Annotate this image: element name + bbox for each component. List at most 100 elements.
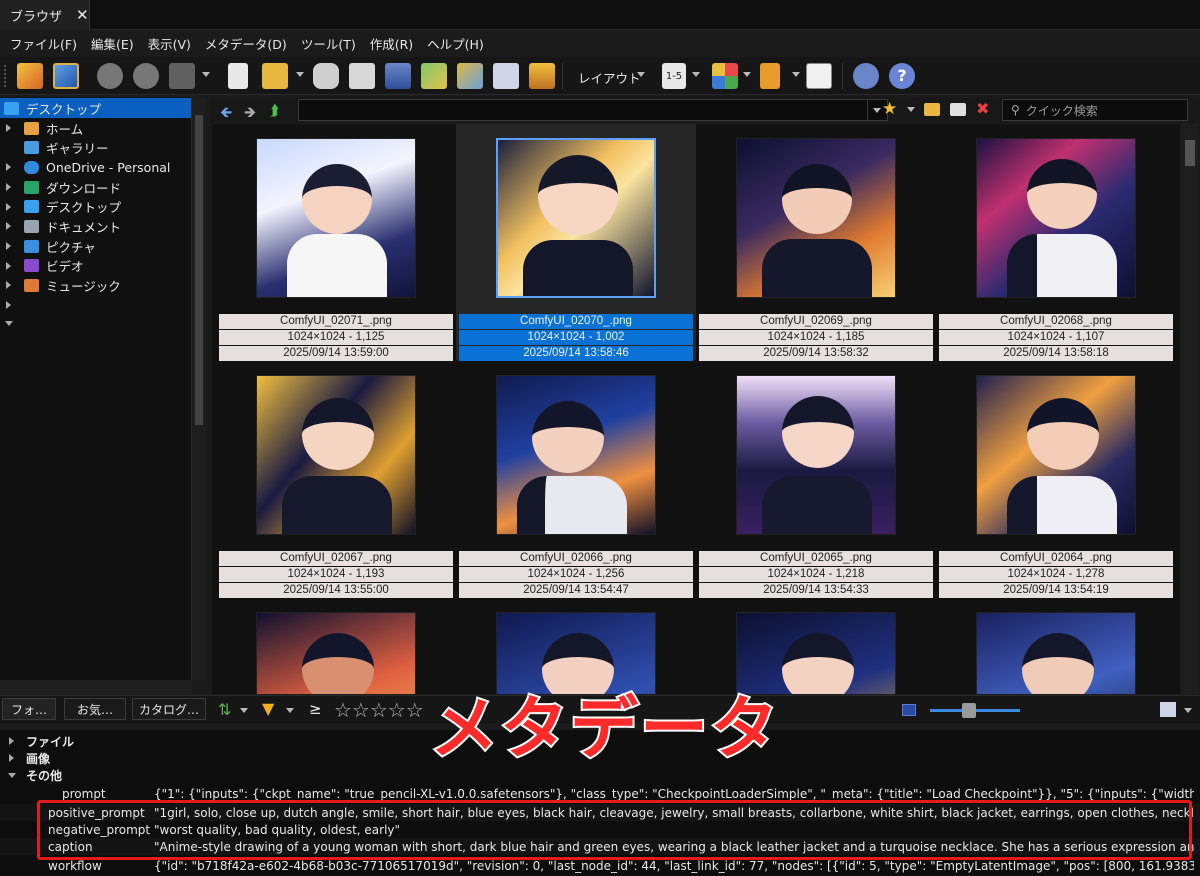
- image-thumbnail[interactable]: [256, 138, 416, 298]
- tree-horizontal-scrollbar[interactable]: [0, 680, 192, 694]
- tree-item-gallery[interactable]: ギャラリー: [24, 137, 109, 157]
- tree-item-desktop-root[interactable]: デスクトップ: [0, 98, 191, 118]
- scroll-thumb[interactable]: [195, 115, 203, 425]
- slider-thumb[interactable]: [962, 703, 976, 718]
- image-thumbnail[interactable]: [736, 138, 896, 298]
- edit-folder-icon[interactable]: [950, 103, 966, 116]
- thumbnail-item[interactable]: [216, 598, 456, 694]
- expand-icon[interactable]: [9, 737, 14, 745]
- thumbnail-item[interactable]: ComfyUI_02066_.png 1024×1024 - 1,256 202…: [456, 361, 696, 598]
- image-thumbnail[interactable]: [496, 612, 656, 694]
- chevron-down-icon[interactable]: [792, 72, 800, 77]
- thumbnail-item[interactable]: ComfyUI_02067_.png 1024×1024 - 1,193 202…: [216, 361, 456, 598]
- tree-item-pictures[interactable]: ピクチャ: [24, 236, 96, 256]
- help-icon[interactable]: ?: [889, 63, 915, 89]
- wallpaper-icon[interactable]: [529, 63, 555, 89]
- thumbnail-item[interactable]: ComfyUI_02064_.png 1024×1024 - 1,278 202…: [936, 361, 1176, 598]
- menu-edit[interactable]: 編集(E): [91, 34, 134, 53]
- thumbnail-item[interactable]: [696, 598, 936, 694]
- image-thumbnail[interactable]: [736, 612, 896, 694]
- metadata-row[interactable]: positive_prompt "1girl, solo, close up, …: [0, 804, 1200, 821]
- chevron-down-icon[interactable]: [907, 107, 915, 112]
- thumbnail-item[interactable]: ComfyUI_02069_.png 1024×1024 - 1,185 202…: [696, 124, 936, 361]
- tab-browser[interactable]: ブラウザ ✕: [0, 0, 90, 30]
- image-thumbnail[interactable]: [976, 375, 1136, 535]
- capture-icon[interactable]: [493, 63, 519, 89]
- tab-favorites[interactable]: お気…: [64, 698, 126, 720]
- tree-item-onedrive[interactable]: OneDrive - Personal: [24, 157, 170, 177]
- menu-metadata[interactable]: メタデータ(D): [205, 34, 287, 53]
- grid-scrollbar[interactable]: [1182, 124, 1198, 694]
- tree-item-documents[interactable]: ドキュメント: [24, 216, 121, 236]
- thumbnail-small-icon[interactable]: [902, 704, 916, 716]
- image-thumbnail[interactable]: [736, 375, 896, 535]
- tree-item-desktop[interactable]: デスクトップ: [24, 196, 121, 216]
- tree-scrollbar[interactable]: [192, 97, 206, 680]
- expand-icon[interactable]: [6, 242, 11, 250]
- bookmark-icon[interactable]: [760, 63, 780, 89]
- scroll-thumb[interactable]: [1185, 140, 1195, 166]
- expand-icon[interactable]: [6, 281, 11, 289]
- print-icon[interactable]: [349, 63, 375, 89]
- image-thumbnail[interactable]: [976, 138, 1136, 298]
- expand-icon[interactable]: [6, 203, 11, 211]
- export-icon[interactable]: [421, 63, 447, 89]
- image-thumbnail[interactable]: [496, 375, 656, 535]
- expand-icon[interactable]: [6, 222, 11, 230]
- folder-icon[interactable]: [924, 103, 940, 116]
- image-thumbnail[interactable]: [976, 612, 1136, 694]
- chevron-down-icon[interactable]: [286, 708, 294, 713]
- menu-file[interactable]: ファイル(F): [10, 34, 77, 53]
- transform-icon[interactable]: [169, 63, 195, 89]
- thumbnail-item[interactable]: ComfyUI_02068_.png 1024×1024 - 1,107 202…: [936, 124, 1176, 361]
- filter-icon[interactable]: ▼: [262, 699, 274, 718]
- view-image-icon[interactable]: [17, 63, 43, 89]
- page-range-icon[interactable]: 1-5: [662, 63, 686, 89]
- tree-item-videos[interactable]: ビデオ: [24, 255, 84, 275]
- grid-view-icon[interactable]: [1160, 702, 1176, 717]
- up-folder-icon[interactable]: ⮭: [270, 101, 279, 119]
- zoom-slider[interactable]: [930, 703, 1020, 718]
- thumbnail-item[interactable]: ComfyUI_02065_.png 1024×1024 - 1,218 202…: [696, 361, 936, 598]
- tree-item-music[interactable]: ミュージック: [24, 275, 121, 295]
- expand-icon[interactable]: [6, 301, 11, 309]
- chevron-down-icon[interactable]: [296, 72, 304, 77]
- metadata-row[interactable]: caption "Anime-style drawing of a young …: [0, 838, 1200, 855]
- menu-tools[interactable]: ツール(T): [301, 34, 356, 53]
- favorite-star-icon[interactable]: ★: [882, 99, 897, 119]
- tree-item-home[interactable]: ホーム: [24, 118, 83, 138]
- rating-stars[interactable]: ☆☆☆☆☆: [334, 698, 424, 722]
- color-grid-icon[interactable]: [712, 63, 738, 89]
- thumbnail-item[interactable]: [936, 598, 1176, 694]
- delete-icon[interactable]: ✖: [976, 99, 989, 118]
- metadata-row[interactable]: workflow {"id": "b718f42a-e602-4b68-b03c…: [0, 857, 1200, 874]
- slideshow-icon[interactable]: [457, 63, 483, 89]
- menu-help[interactable]: ヘルプ(H): [427, 34, 484, 53]
- expand-icon[interactable]: [9, 754, 14, 762]
- move-copy-icon[interactable]: [262, 63, 288, 89]
- image-thumbnail[interactable]: [256, 612, 416, 694]
- thumbnail-item[interactable]: ComfyUI_02071_.png 1024×1024 - 1,125 202…: [216, 124, 456, 361]
- scan-icon[interactable]: [385, 63, 411, 89]
- metadata-row[interactable]: prompt {"1": {"inputs": {"ckpt_name": "t…: [0, 785, 1200, 802]
- rotate-right-icon[interactable]: [133, 63, 159, 89]
- image-thumbnail[interactable]: [256, 375, 416, 535]
- collapse-icon[interactable]: [5, 321, 13, 326]
- fullscreen-icon[interactable]: [53, 63, 79, 89]
- expand-icon[interactable]: [6, 183, 11, 191]
- chevron-down-icon[interactable]: [240, 708, 248, 713]
- menu-view[interactable]: 表示(V): [148, 34, 191, 53]
- thumbnail-item[interactable]: [456, 598, 696, 694]
- chevron-down-icon[interactable]: [692, 72, 700, 77]
- toolbar-grip[interactable]: [4, 65, 8, 87]
- rotate-left-icon[interactable]: [97, 63, 123, 89]
- chevron-down-icon[interactable]: [743, 72, 751, 77]
- expand-icon[interactable]: [6, 124, 11, 132]
- chevron-down-icon[interactable]: [637, 72, 645, 77]
- rating-operator[interactable]: ≥: [309, 700, 322, 718]
- chevron-down-icon[interactable]: [1184, 708, 1192, 713]
- tab-catalog[interactable]: カタログ…: [132, 698, 206, 720]
- gear-icon[interactable]: [853, 63, 879, 89]
- close-icon[interactable]: ✕: [76, 6, 89, 24]
- expand-icon[interactable]: [6, 163, 11, 171]
